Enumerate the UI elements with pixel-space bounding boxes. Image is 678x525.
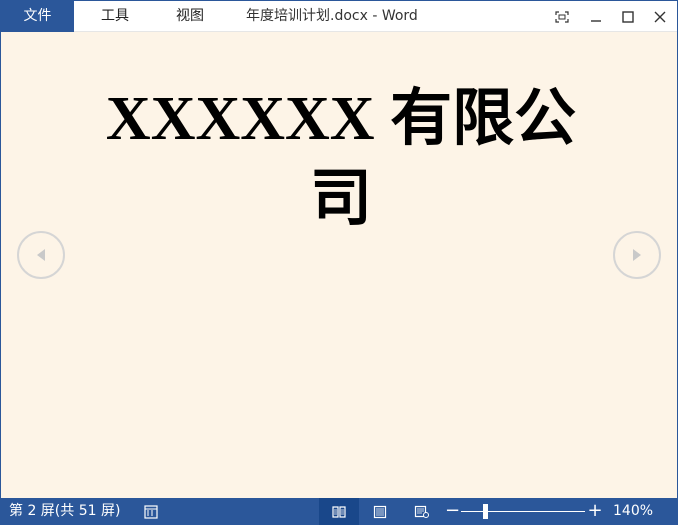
word-window: 文件 工具 视图 年度培训计划.docx - Word XXXXXX 有限公司 … xyxy=(0,0,678,525)
close-icon xyxy=(654,11,666,22)
view-menu[interactable]: 视图 xyxy=(176,1,204,32)
web-layout-icon xyxy=(414,505,429,518)
book-icon xyxy=(332,505,346,518)
minimize-button[interactable] xyxy=(581,1,611,32)
maximize-icon xyxy=(622,10,634,23)
print-layout-button[interactable] xyxy=(367,498,393,525)
fullscreen-button[interactable] xyxy=(547,1,577,32)
document-stats-icon xyxy=(144,504,158,519)
previous-screen-button[interactable] xyxy=(17,231,65,279)
page-indicator[interactable]: 第 2 屏(共 51 屏) xyxy=(9,498,120,525)
zoom-slider-thumb[interactable] xyxy=(483,504,488,519)
document-stats-button[interactable] xyxy=(141,498,161,525)
zoom-slider-track[interactable] xyxy=(461,511,585,512)
document-page: XXXXXX 有限公司 xyxy=(1,33,677,497)
zoom-out-button[interactable]: − xyxy=(445,498,460,525)
web-layout-button[interactable] xyxy=(409,498,435,525)
zoom-level[interactable]: 140% xyxy=(613,498,653,525)
status-bar: 第 2 屏(共 51 屏) − + 140% xyxy=(1,498,677,525)
fullscreen-icon xyxy=(555,10,569,23)
document-title: 年度培训计划.docx - Word xyxy=(246,8,418,24)
page-icon xyxy=(373,505,387,518)
document-heading: XXXXXX 有限公司 xyxy=(105,85,577,233)
zoom-in-button[interactable]: + xyxy=(587,498,603,525)
close-button[interactable] xyxy=(645,1,675,32)
minimize-icon xyxy=(591,19,601,22)
title-bar: 文件 工具 视图 年度培训计划.docx - Word xyxy=(1,1,677,32)
maximize-button[interactable] xyxy=(613,1,643,32)
file-tab[interactable]: 文件 xyxy=(1,1,74,32)
read-mode-button[interactable] xyxy=(319,498,359,525)
chevron-right-icon xyxy=(633,249,641,261)
tools-menu[interactable]: 工具 xyxy=(101,1,129,32)
chevron-left-icon xyxy=(37,249,45,261)
next-screen-button[interactable] xyxy=(613,231,661,279)
